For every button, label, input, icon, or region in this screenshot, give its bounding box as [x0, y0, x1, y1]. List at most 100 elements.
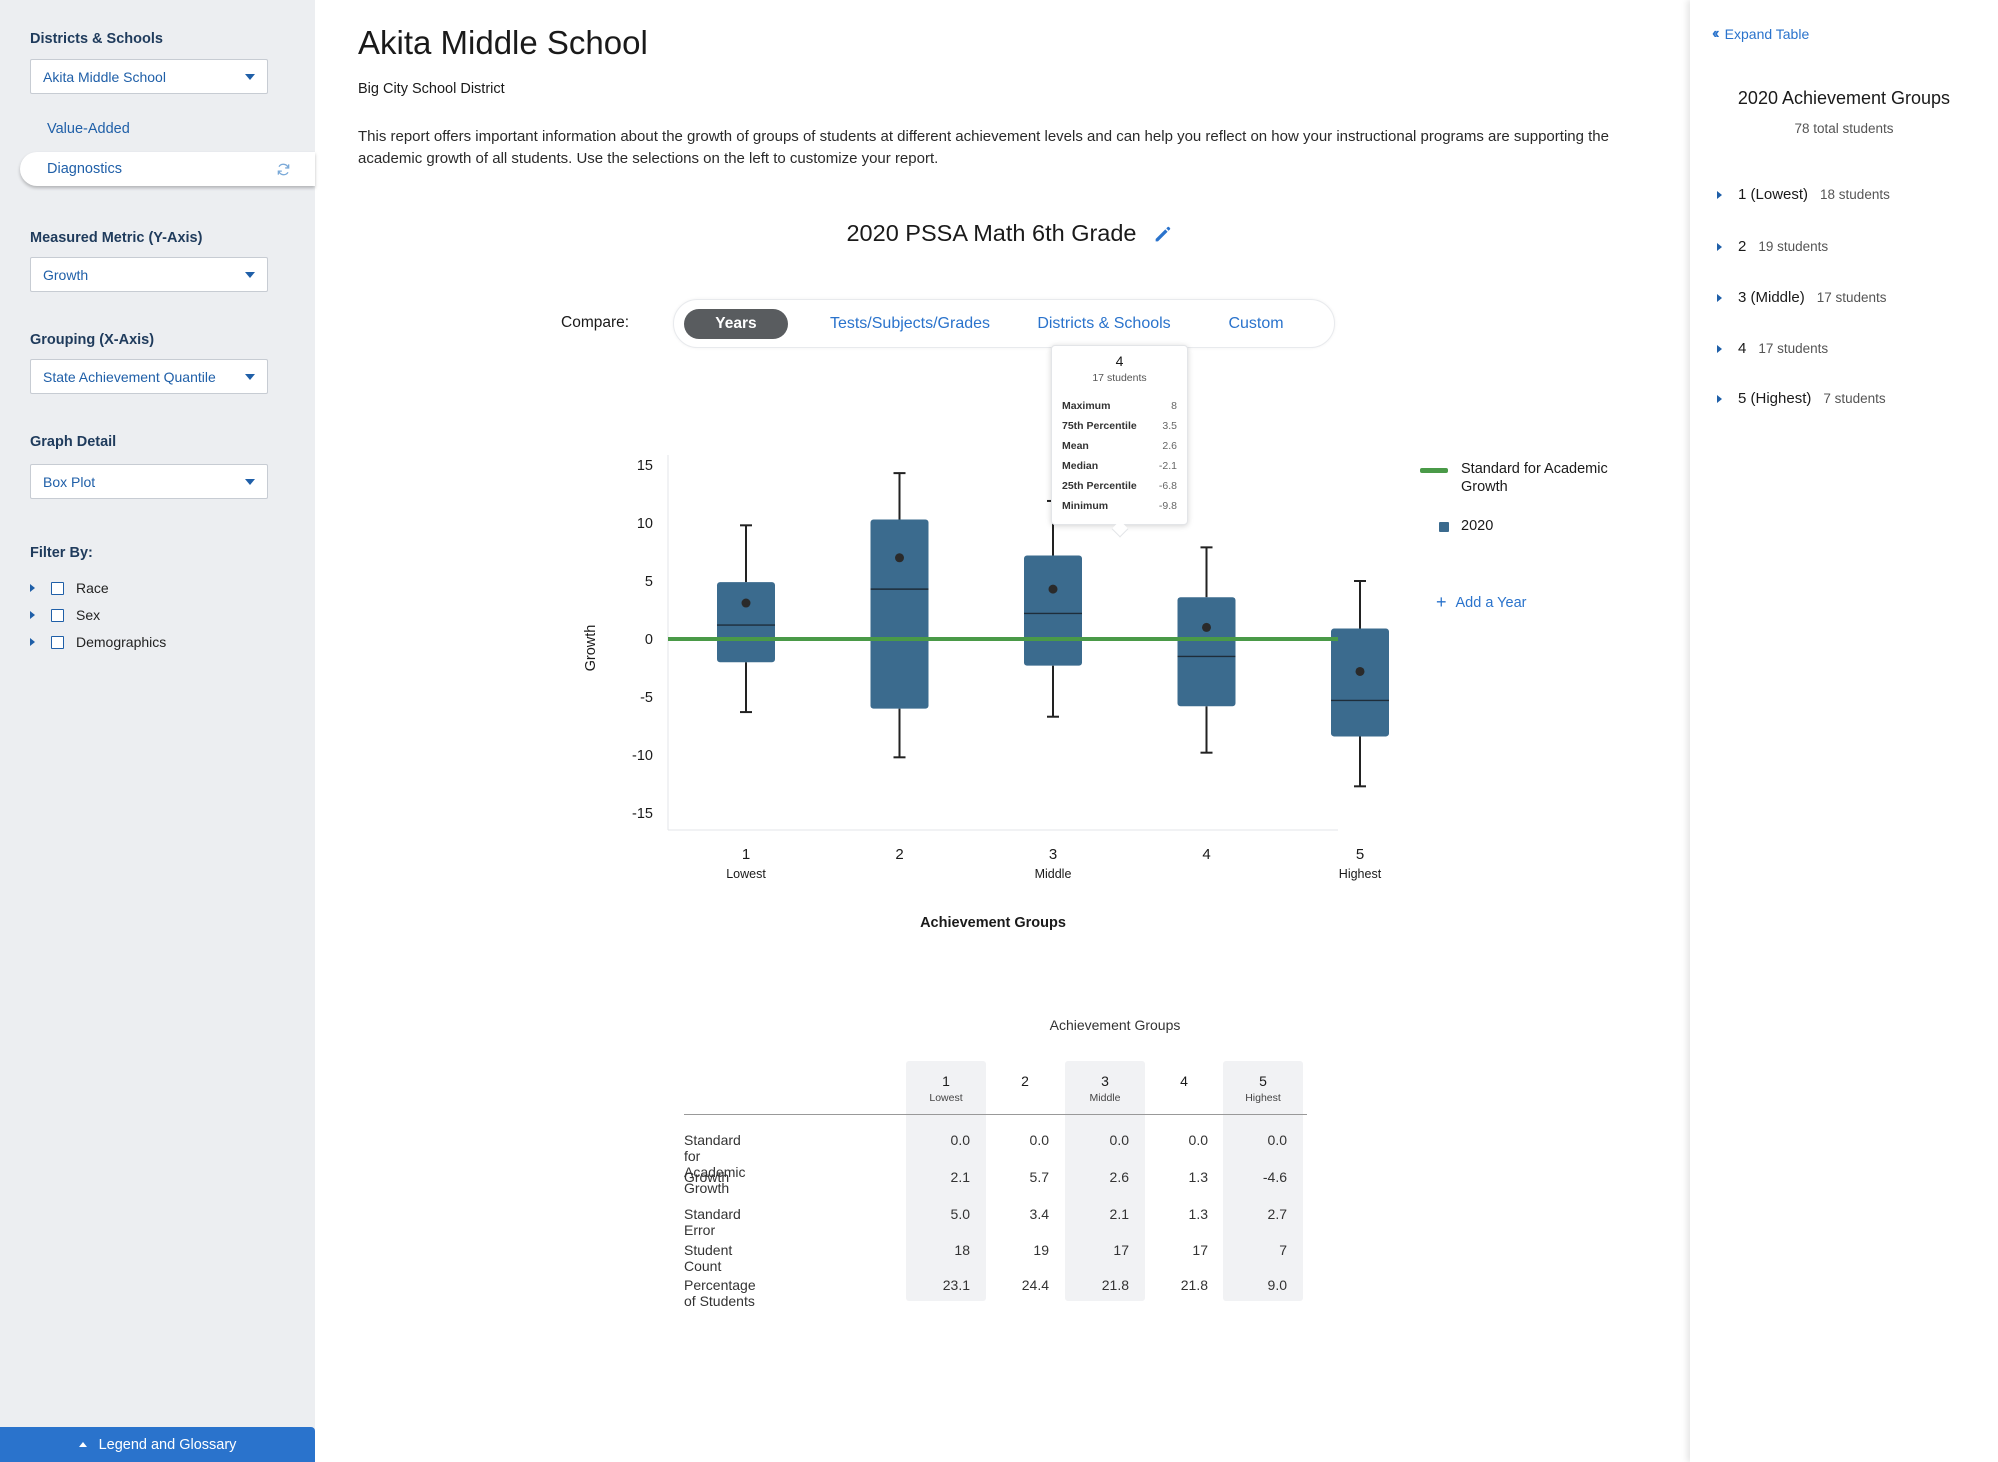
grouping-label: Grouping (X-Axis) — [30, 332, 155, 348]
filter-race[interactable]: Race — [30, 580, 109, 596]
districts-schools-label: Districts & Schools — [30, 31, 163, 47]
nav-value-added[interactable]: Value-Added — [47, 121, 130, 137]
box-group-1[interactable] — [717, 524, 775, 714]
group-count: 7 students — [1823, 391, 1886, 406]
tab-tests-subjects-grades[interactable]: Tests/Subjects/Grades — [814, 300, 1006, 347]
achievement-group-item[interactable]: 4 17 students — [1717, 340, 1828, 357]
table-row-label: Growth — [684, 1169, 730, 1185]
tab-custom[interactable]: Custom — [1206, 300, 1306, 347]
group-count: 17 students — [1816, 290, 1887, 305]
caret-right-icon[interactable] — [30, 584, 35, 592]
tooltip-row-label: Maximum — [1062, 400, 1111, 412]
tab-years[interactable]: Years — [684, 309, 788, 339]
table-header-rule — [684, 1114, 1307, 1115]
filter-sex-label: Sex — [76, 607, 101, 623]
achievement-group-item[interactable]: 5 (Highest) 7 students — [1717, 390, 1886, 407]
table-row-label: Standard for Academic Growth — [684, 1132, 746, 1196]
achievement-group-item[interactable]: 2 19 students — [1717, 238, 1828, 255]
graph-detail-select-value: Box Plot — [43, 473, 96, 490]
column-header: 3 Middle — [1065, 1073, 1145, 1104]
filter-demographics[interactable]: Demographics — [30, 634, 166, 650]
box-plot-chart: 151050-5-10-15 1Lowest2 3Middle4 5Highest … — [583, 455, 1389, 931]
table-row-label: Percentage of Students — [684, 1277, 756, 1309]
tooltip-row-value: 3.5 — [1162, 420, 1177, 432]
nav-diagnostics-label: Diagnostics — [47, 161, 122, 177]
table-cell: 5.7 — [1029, 1169, 1049, 1185]
filter-sex[interactable]: Sex — [30, 607, 100, 623]
expand-table-button[interactable]: ‹‹ Expand Table — [1712, 25, 1809, 43]
tooltip-row: Maximum 8 — [1052, 396, 1187, 416]
mean-dot — [895, 553, 904, 563]
compare-label: Compare: — [561, 314, 630, 331]
chevron-down-icon — [245, 73, 255, 80]
box-group-4[interactable] — [1177, 546, 1236, 754]
column-header-sub: Middle — [1089, 1092, 1121, 1104]
sex-checkbox[interactable] — [51, 608, 64, 622]
iqr-box[interactable] — [1331, 628, 1389, 737]
caret-right-icon[interactable] — [1717, 344, 1722, 353]
chart-title-text: 2020 PSSA Math 6th Grade — [846, 220, 1137, 246]
add-year-button[interactable]: + Add a Year — [1436, 592, 1526, 613]
tooltip-row-label: 25th Percentile — [1062, 480, 1137, 492]
table-row-label: Student Count — [684, 1242, 733, 1274]
table-cell: 0.0 — [1029, 1132, 1049, 1148]
standard-line-swatch — [1420, 468, 1448, 473]
iqr-box[interactable] — [1024, 555, 1082, 666]
nav-diagnostics[interactable]: Diagnostics — [20, 152, 315, 186]
tooltip-students: 17 students — [1092, 372, 1147, 384]
caret-right-icon[interactable] — [1717, 242, 1722, 251]
achievement-group-item[interactable]: 1 (Lowest) 18 students — [1717, 186, 1890, 203]
filter-demographics-label: Demographics — [76, 634, 167, 650]
legend-glossary-button[interactable]: Legend and Glossary — [0, 1427, 315, 1462]
caret-right-icon[interactable] — [30, 638, 35, 646]
table-row-label: Standard Error — [684, 1206, 741, 1238]
caret-right-icon[interactable] — [30, 611, 35, 619]
tooltip-row-value: 8 — [1171, 400, 1177, 412]
iqr-box[interactable] — [1177, 597, 1236, 707]
graph-detail-label: Graph Detail — [30, 434, 117, 450]
group-name: 2 — [1738, 238, 1747, 255]
y-tick-label: -5 — [640, 690, 653, 706]
filter-by-label: Filter By: — [30, 545, 93, 561]
graph-detail-select[interactable]: Box Plot — [30, 464, 268, 499]
group-name: 1 (Lowest) — [1738, 186, 1809, 203]
chevron-down-icon — [245, 373, 255, 380]
refresh-icon[interactable] — [276, 162, 291, 177]
box-group-3[interactable] — [1024, 499, 1082, 718]
table-cell: 0.0 — [950, 1132, 970, 1148]
group-count: 19 students — [1758, 239, 1829, 254]
column-header: 5 Highest — [1223, 1073, 1303, 1104]
table-cell: 2.1 — [950, 1169, 970, 1185]
metric-select[interactable]: Growth — [30, 257, 268, 292]
table-cell: 3.4 — [1029, 1206, 1049, 1222]
iqr-box[interactable] — [870, 519, 929, 709]
demographics-checkbox[interactable] — [51, 635, 64, 649]
iqr-box[interactable] — [717, 582, 775, 663]
race-checkbox[interactable] — [51, 581, 64, 595]
y-axis-label: Growth — [583, 625, 599, 672]
caret-right-icon[interactable] — [1717, 293, 1722, 302]
caret-right-icon[interactable] — [1717, 394, 1722, 403]
district-name: Big City School District — [358, 81, 505, 97]
box-group-5[interactable] — [1331, 580, 1389, 788]
pencil-icon[interactable] — [1152, 223, 1174, 245]
table-cell: 19 — [1033, 1242, 1049, 1258]
table-cell: 21.8 — [1101, 1277, 1129, 1293]
table-cell: 17 — [1113, 1242, 1129, 1258]
group-name: 4 — [1738, 340, 1747, 357]
mean-dot — [741, 598, 751, 608]
box-group-2[interactable] — [870, 472, 929, 759]
table-cell: 5.0 — [950, 1206, 970, 1222]
caret-right-icon[interactable] — [1717, 190, 1722, 199]
grouping-select[interactable]: State Achievement Quantile — [30, 359, 268, 394]
achievement-group-item[interactable]: 3 (Middle) 17 students — [1717, 289, 1887, 306]
table-cell: 9.0 — [1267, 1277, 1287, 1293]
column-header-number: 1 — [942, 1073, 950, 1089]
legend-glossary-label: Legend and Glossary — [98, 1436, 237, 1453]
add-year-label: Add a Year — [1455, 594, 1527, 611]
school-select[interactable]: Akita Middle School — [30, 59, 268, 94]
tab-districts-schools[interactable]: Districts & Schools — [1014, 300, 1194, 347]
metric-select-value: Growth — [43, 266, 89, 283]
table-cell: 0.0 — [1109, 1132, 1129, 1148]
mean-dot — [1355, 666, 1365, 676]
